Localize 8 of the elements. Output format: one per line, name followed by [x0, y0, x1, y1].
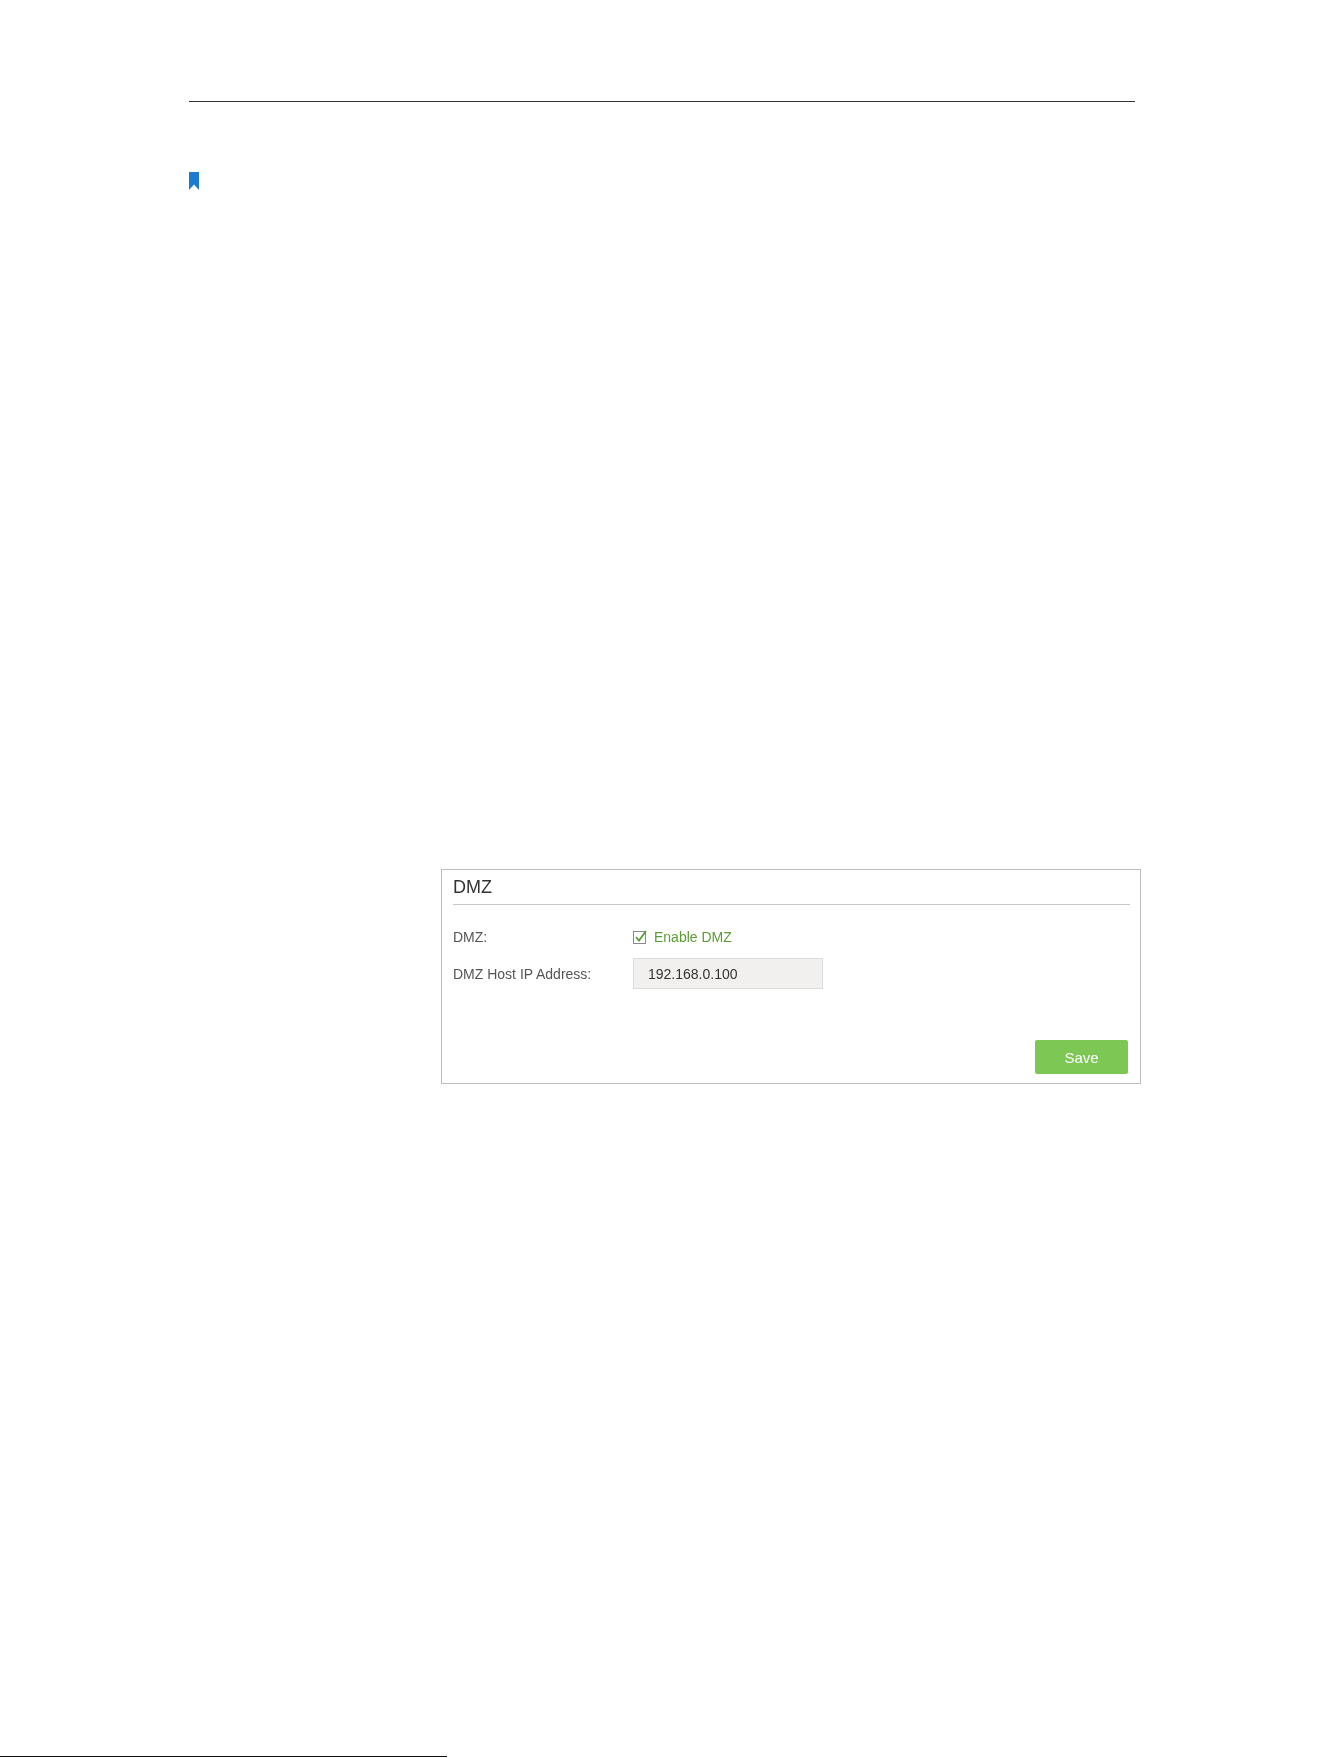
panel-title: DMZ	[453, 876, 492, 899]
field-label: DMZ Host IP Address:	[453, 965, 593, 982]
checkbox[interactable]	[633, 930, 647, 944]
bookmark-icon	[189, 172, 199, 190]
field-label: DMZ:	[453, 929, 489, 945]
ip-address-field[interactable]: 192.168.0.100	[633, 958, 823, 989]
save-button[interactable]: Save	[1035, 1040, 1128, 1074]
checkbox-label[interactable]: Enable DMZ	[654, 929, 732, 945]
